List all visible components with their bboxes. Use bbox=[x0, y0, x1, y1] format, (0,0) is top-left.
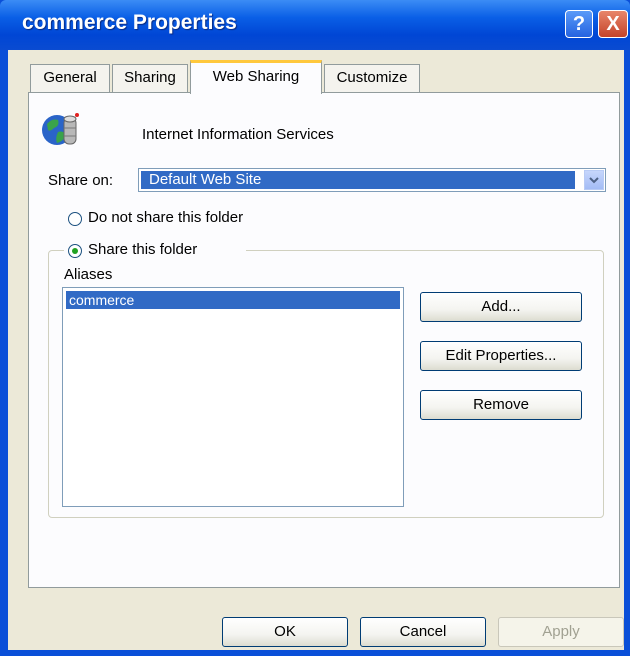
share-on-value: Default Web Site bbox=[141, 171, 575, 189]
iis-label: Internet Information Services bbox=[142, 126, 334, 143]
radio-do-not-share-label: Do not share this folder bbox=[88, 209, 244, 226]
radio-share[interactable] bbox=[68, 244, 82, 258]
share-on-dropdown[interactable]: Default Web Site bbox=[138, 168, 606, 192]
chevron-down-icon[interactable] bbox=[584, 170, 604, 190]
close-button[interactable]: X bbox=[598, 10, 628, 38]
remove-button[interactable]: Remove bbox=[420, 390, 582, 420]
title-bar[interactable]: commerce Properties ? X bbox=[0, 0, 630, 50]
list-item[interactable]: commerce bbox=[66, 291, 400, 309]
share-on-label: Share on: bbox=[48, 172, 114, 189]
tab-customize[interactable]: Customize bbox=[324, 64, 420, 92]
edit-properties-button[interactable]: Edit Properties... bbox=[420, 341, 582, 371]
tab-general[interactable]: General bbox=[30, 64, 110, 92]
apply-button: Apply bbox=[498, 617, 624, 647]
tab-sharing[interactable]: Sharing bbox=[112, 64, 188, 92]
help-button[interactable]: ? bbox=[565, 10, 593, 38]
properties-window: commerce Properties ? X General Sharing … bbox=[0, 0, 630, 656]
window-title: commerce Properties bbox=[22, 11, 237, 34]
add-button[interactable]: Add... bbox=[420, 292, 582, 322]
aliases-listbox[interactable]: commerce bbox=[62, 287, 404, 507]
radio-do-not-share[interactable] bbox=[68, 212, 82, 226]
aliases-label: Aliases bbox=[64, 266, 113, 283]
radio-share-label: Share this folder bbox=[88, 241, 198, 258]
ok-button[interactable]: OK bbox=[222, 617, 348, 647]
iis-globe-icon bbox=[42, 113, 79, 145]
tab-web-sharing[interactable]: Web Sharing bbox=[190, 60, 322, 94]
cancel-button[interactable]: Cancel bbox=[360, 617, 486, 647]
